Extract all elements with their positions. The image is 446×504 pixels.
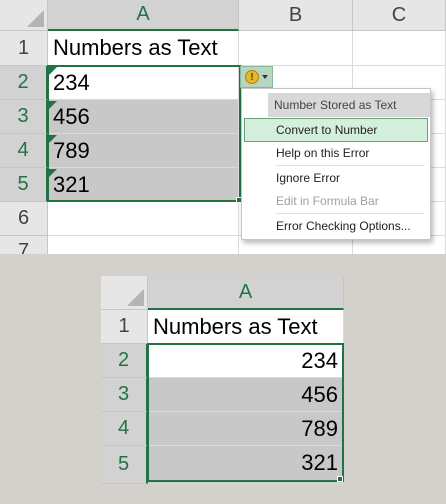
- row-header-2[interactable]: 2: [101, 344, 148, 378]
- dropdown-caret-icon: [262, 75, 268, 79]
- convert-to-number-item[interactable]: Convert to Number: [244, 118, 428, 142]
- row-header-4[interactable]: 4: [101, 412, 148, 446]
- row-header-5[interactable]: 5: [0, 168, 48, 202]
- error-warning-icon: !: [245, 70, 259, 84]
- cell-value: 456: [53, 103, 90, 129]
- cell-a1[interactable]: Numbers as Text: [48, 31, 239, 66]
- row-header-7[interactable]: 7: [0, 236, 48, 254]
- error-indicator-icon: [49, 135, 57, 143]
- cell-a2[interactable]: 234: [148, 344, 344, 378]
- cell-a6[interactable]: [48, 202, 239, 236]
- select-all-button[interactable]: [101, 276, 148, 310]
- edit-formula-bar-item: Edit in Formula Bar: [276, 194, 379, 208]
- cell-value: 321: [53, 171, 90, 197]
- cell-a3[interactable]: 456: [48, 100, 239, 134]
- cell-a5[interactable]: 321: [48, 168, 239, 202]
- cell-a4[interactable]: 789: [148, 412, 344, 446]
- help-on-error-item[interactable]: Help on this Error: [270, 141, 430, 165]
- column-header-a[interactable]: A: [148, 276, 344, 310]
- cell-a2[interactable]: 234: [48, 66, 239, 100]
- row-header-3[interactable]: 3: [101, 378, 148, 412]
- row-header-5[interactable]: 5: [101, 446, 148, 484]
- error-check-button[interactable]: !: [240, 66, 273, 88]
- error-indicator-icon: [49, 67, 57, 75]
- cell-c1[interactable]: [353, 31, 446, 66]
- column-header-c[interactable]: C: [353, 0, 446, 31]
- row-header-3[interactable]: 3: [0, 100, 48, 134]
- bottom-sheet: A 1 2 3 4 5 Numbers as Text 234 456 789 …: [101, 276, 344, 484]
- error-checking-options-item[interactable]: Error Checking Options...: [270, 214, 430, 238]
- row-header-6[interactable]: 6: [0, 202, 48, 236]
- select-all-triangle-icon: [27, 10, 44, 27]
- menu-title: Number Stored as Text: [268, 93, 430, 117]
- row-header-1[interactable]: 1: [0, 31, 48, 66]
- error-indicator-icon: [49, 101, 57, 109]
- cell-a7[interactable]: [48, 236, 239, 254]
- select-all-button[interactable]: [0, 0, 48, 31]
- cell-b1[interactable]: [239, 31, 353, 66]
- row-header-4[interactable]: 4: [0, 134, 48, 168]
- top-sheet: A B C 1 2 3 4 5 6 7 Numbers as Text 234 …: [0, 0, 446, 254]
- cell-a1[interactable]: Numbers as Text: [148, 310, 344, 344]
- cell-a3[interactable]: 456: [148, 378, 344, 412]
- cell-value: 234: [53, 69, 90, 95]
- error-context-menu: Number Stored as Text Convert to Number …: [241, 88, 431, 240]
- row-header-1[interactable]: 1: [101, 310, 148, 344]
- column-header-b[interactable]: B: [239, 0, 353, 31]
- fill-handle[interactable]: [337, 476, 343, 482]
- ignore-error-item[interactable]: Ignore Error: [270, 166, 430, 190]
- row-header-2[interactable]: 2: [0, 66, 48, 100]
- cell-a4[interactable]: 789: [48, 134, 239, 168]
- column-header-a[interactable]: A: [48, 0, 239, 31]
- cell-a5[interactable]: 321: [148, 446, 344, 484]
- cell-value: 789: [53, 137, 90, 163]
- select-all-triangle-icon: [127, 289, 144, 306]
- error-indicator-icon: [49, 169, 57, 177]
